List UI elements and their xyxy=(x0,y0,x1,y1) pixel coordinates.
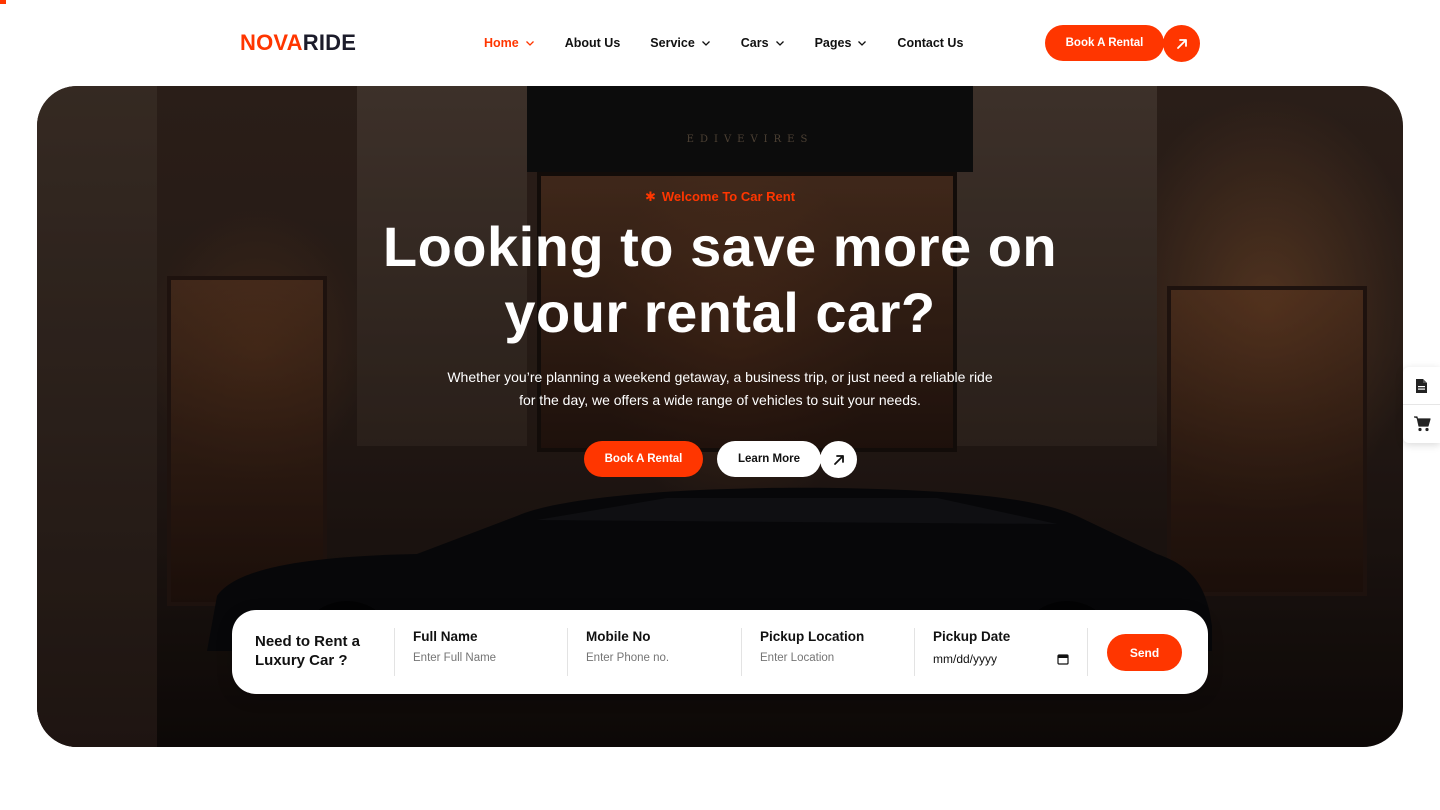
pickup-location-label: Pickup Location xyxy=(760,629,865,644)
hero-tagline: ✱ Welcome To Car Rent xyxy=(37,189,1403,205)
pickup-location-input[interactable] xyxy=(760,652,900,664)
nav-cars[interactable]: Cars xyxy=(741,34,785,52)
mobile-input[interactable] xyxy=(586,652,726,664)
side-document-button[interactable] xyxy=(1403,367,1440,405)
hero-arrow-button[interactable] xyxy=(820,441,857,478)
pickup-date-value: mm/dd/yyyy xyxy=(933,652,998,666)
nav-home[interactable]: Home xyxy=(484,34,535,52)
arrow-up-right-icon xyxy=(1176,38,1187,49)
logo[interactable]: NOVARIDE xyxy=(240,31,356,55)
hero-subtext: Whether you’re planning a weekend getawa… xyxy=(37,366,1403,412)
full-name-label: Full Name xyxy=(413,629,478,644)
booking-form-title: Need to Rent a Luxury Car ? xyxy=(255,633,361,669)
arrow-up-right-icon xyxy=(833,454,844,465)
header-arrow-button[interactable] xyxy=(1163,25,1200,62)
hero-tagline-text: Welcome To Car Rent xyxy=(661,189,796,204)
pickup-date-label: Pickup Date xyxy=(933,629,1011,644)
nav-cars-label: Cars xyxy=(740,36,769,50)
pickup-date-field: Pickup Date mm/dd/yyyy xyxy=(914,628,1069,676)
main-nav: Home About Us Service Cars Pages Contact… xyxy=(484,34,993,52)
hero-headline: Looking to save more on your rental car? xyxy=(37,214,1403,346)
side-cart-button[interactable] xyxy=(1403,405,1440,443)
hero-book-rental-button[interactable]: Book A Rental xyxy=(584,441,703,477)
chevron-down-icon xyxy=(775,38,785,48)
pickup-location-field: Pickup Location xyxy=(741,628,900,676)
cart-icon xyxy=(1413,416,1431,432)
nav-about[interactable]: About Us xyxy=(565,34,621,52)
asterisk-icon: ✱ xyxy=(644,189,656,204)
nav-pages-label: Pages xyxy=(814,36,852,50)
hero-subtext-line1: Whether you’re planning a weekend getawa… xyxy=(447,369,993,385)
chevron-down-icon xyxy=(701,38,711,48)
nav-service[interactable]: Service xyxy=(650,34,710,52)
nav-home-label: Home xyxy=(484,36,519,50)
header-book-rental-button[interactable]: Book A Rental xyxy=(1045,25,1164,61)
nav-contact[interactable]: Contact Us xyxy=(897,34,963,52)
hero-headline-line1: Looking to save more on xyxy=(382,215,1058,278)
chevron-down-icon xyxy=(525,38,535,48)
nav-service-label: Service xyxy=(650,36,695,50)
send-button[interactable]: Send xyxy=(1107,634,1182,671)
nav-contact-label: Contact Us xyxy=(897,36,964,50)
pickup-date-input[interactable]: mm/dd/yyyy xyxy=(933,652,1069,666)
full-name-input[interactable] xyxy=(413,652,553,664)
hero-headline-line2: your rental car? xyxy=(504,281,936,344)
mobile-label: Mobile No xyxy=(586,629,651,644)
form-divider xyxy=(1087,628,1088,676)
site-header: NOVARIDE Home About Us Service Cars Page… xyxy=(0,0,1440,86)
side-floating-panel xyxy=(1403,367,1440,443)
full-name-field: Full Name xyxy=(394,628,553,676)
booking-form: Need to Rent a Luxury Car ? Full Name Mo… xyxy=(232,610,1208,694)
hero-subtext-line2: for the day, we offers a wide range of v… xyxy=(519,392,921,408)
logo-ride: RIDE xyxy=(302,30,357,55)
logo-nova: NOVA xyxy=(240,30,303,55)
nav-pages[interactable]: Pages xyxy=(815,34,868,52)
hero-learn-more-button[interactable]: Learn More xyxy=(717,441,821,477)
chevron-down-icon xyxy=(857,38,867,48)
calendar-icon[interactable] xyxy=(1057,653,1069,665)
document-icon xyxy=(1416,378,1427,393)
nav-about-label: About Us xyxy=(564,36,621,50)
mobile-field: Mobile No xyxy=(567,628,726,676)
